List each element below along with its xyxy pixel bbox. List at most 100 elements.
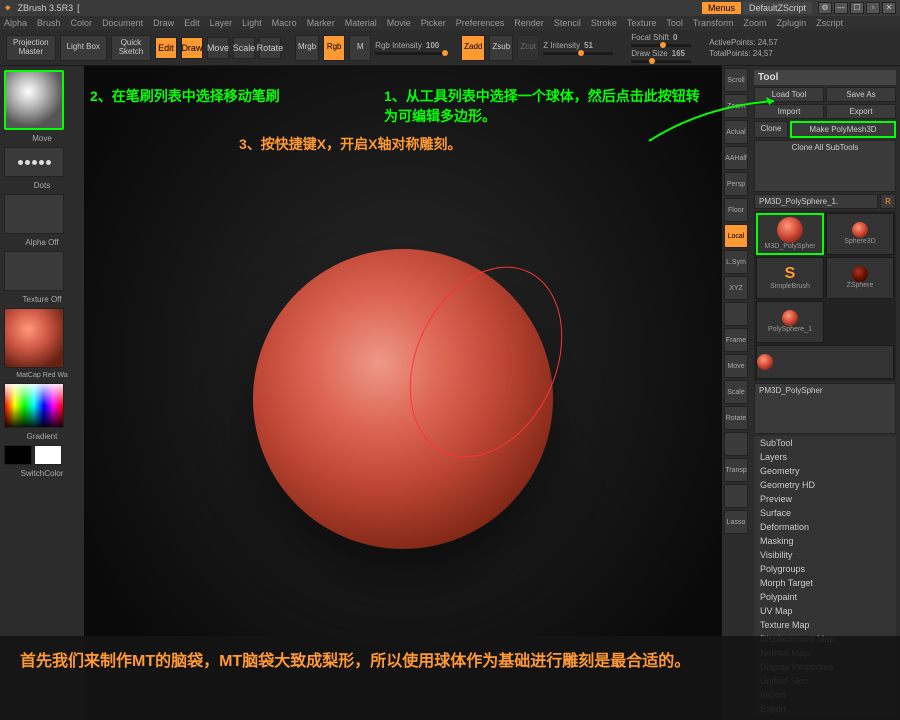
menu-zplugin[interactable]: Zplugin bbox=[777, 18, 807, 28]
texture-preview[interactable] bbox=[4, 251, 64, 291]
subtool-zsphere[interactable]: ZSphere bbox=[826, 257, 894, 299]
viewport-floor-button[interactable]: Floor bbox=[724, 198, 748, 222]
subtool-sphere3d[interactable]: Sphere3D bbox=[826, 213, 894, 255]
viewport-l.sym-button[interactable]: L.Sym bbox=[724, 250, 748, 274]
rgb-intensity-slider[interactable] bbox=[375, 52, 445, 55]
menu-render[interactable]: Render bbox=[514, 18, 544, 28]
viewport-xyz-button[interactable]: XYZ bbox=[724, 276, 748, 300]
viewport-icon-16-button[interactable] bbox=[724, 484, 748, 508]
z-intensity-value[interactable]: 51 bbox=[584, 41, 593, 50]
zcut-button[interactable]: Zcut bbox=[517, 35, 539, 61]
zadd-button[interactable]: Zadd bbox=[461, 35, 485, 61]
section-uv-map[interactable]: UV Map bbox=[754, 604, 896, 618]
color-picker[interactable] bbox=[4, 383, 64, 428]
section-geometry[interactable]: Geometry bbox=[754, 464, 896, 478]
section-masking[interactable]: Masking bbox=[754, 534, 896, 548]
subtool-simplebrush[interactable]: SSimpleBrush bbox=[756, 257, 824, 299]
viewport-move-button[interactable]: Move bbox=[724, 354, 748, 378]
rgb-button[interactable]: Rgb bbox=[323, 35, 345, 61]
rotate-mode-button[interactable]: Rotate bbox=[259, 37, 281, 59]
rgb-intensity-value[interactable]: 100 bbox=[426, 41, 439, 50]
switchcolor-button[interactable]: SwitchColor bbox=[4, 469, 80, 478]
menu-alpha[interactable]: Alpha bbox=[4, 18, 27, 28]
draw-mode-button[interactable]: Draw bbox=[181, 37, 203, 59]
zscript-indicator[interactable]: DefaultZScript bbox=[743, 2, 812, 14]
menu-tool[interactable]: Tool bbox=[666, 18, 683, 28]
maximize-icon[interactable]: ☐ bbox=[850, 2, 864, 14]
viewport-lasso-button[interactable]: Lasso bbox=[724, 510, 748, 534]
zsub-button[interactable]: Zsub bbox=[489, 35, 513, 61]
swatch-secondary[interactable] bbox=[4, 445, 32, 465]
viewport-scale-button[interactable]: Scale bbox=[724, 380, 748, 404]
menu-preferences[interactable]: Preferences bbox=[456, 18, 505, 28]
focal-shift-slider[interactable] bbox=[631, 44, 691, 47]
z-intensity-slider[interactable] bbox=[543, 52, 613, 55]
menu-zoom[interactable]: Zoom bbox=[744, 18, 767, 28]
scale-mode-button[interactable]: Scale bbox=[233, 37, 255, 59]
menus-toggle[interactable]: Menus bbox=[702, 2, 741, 14]
menu-draw[interactable]: Draw bbox=[153, 18, 174, 28]
material-preview[interactable] bbox=[4, 308, 64, 368]
close-icon[interactable]: ✕ bbox=[882, 2, 896, 14]
m-button[interactable]: M bbox=[349, 35, 371, 61]
menu-picker[interactable]: Picker bbox=[421, 18, 446, 28]
viewport-transp-button[interactable]: Transp bbox=[724, 458, 748, 482]
menu-texture[interactable]: Texture bbox=[627, 18, 657, 28]
section-visibility[interactable]: Visibility bbox=[754, 548, 896, 562]
draw-size-value[interactable]: 165 bbox=[672, 49, 685, 58]
section-texture-map[interactable]: Texture Map bbox=[754, 618, 896, 632]
menu-light[interactable]: Light bbox=[242, 18, 262, 28]
stroke-preview[interactable] bbox=[4, 147, 64, 177]
minimize-icon[interactable]: — bbox=[834, 2, 848, 14]
projection-master-button[interactable]: Projection Master bbox=[6, 35, 56, 61]
menu-macro[interactable]: Macro bbox=[272, 18, 297, 28]
menu-color[interactable]: Color bbox=[71, 18, 93, 28]
swatch-primary[interactable] bbox=[34, 445, 62, 465]
lightbox-button[interactable]: Light Box bbox=[60, 35, 107, 61]
section-deformation[interactable]: Deformation bbox=[754, 520, 896, 534]
config-icon[interactable]: ⚙ bbox=[818, 2, 832, 14]
menu-marker[interactable]: Marker bbox=[307, 18, 335, 28]
menu-stencil[interactable]: Stencil bbox=[554, 18, 581, 28]
reset-button[interactable]: R bbox=[880, 194, 896, 209]
viewport-icon-9-button[interactable] bbox=[724, 302, 748, 326]
gradient-label[interactable]: Gradient bbox=[4, 432, 80, 441]
subtool-m3d_polyspher[interactable]: M3D_PolySpher bbox=[756, 213, 824, 255]
restore-icon[interactable]: ▫ bbox=[866, 2, 880, 14]
viewport-scroll-button[interactable]: Scroll bbox=[724, 68, 748, 92]
current-subtool-preview[interactable] bbox=[756, 345, 894, 379]
viewport-local-button[interactable]: Local bbox=[724, 224, 748, 248]
menu-material[interactable]: Material bbox=[345, 18, 377, 28]
current-subtool-name[interactable]: PM3D_PolySpher bbox=[754, 383, 896, 435]
mrgb-button[interactable]: Mrgb bbox=[295, 35, 319, 61]
section-polygroups[interactable]: Polygroups bbox=[754, 562, 896, 576]
focal-shift-value[interactable]: 0 bbox=[673, 33, 677, 42]
alpha-preview[interactable] bbox=[4, 194, 64, 234]
section-subtool[interactable]: SubTool bbox=[754, 436, 896, 450]
menu-brush[interactable]: Brush bbox=[37, 18, 61, 28]
viewport-icon-14-button[interactable] bbox=[724, 432, 748, 456]
section-layers[interactable]: Layers bbox=[754, 450, 896, 464]
section-surface[interactable]: Surface bbox=[754, 506, 896, 520]
export-button[interactable]: Export bbox=[826, 104, 896, 119]
menu-edit[interactable]: Edit bbox=[184, 18, 200, 28]
clone-all-subtools-button[interactable]: Clone All SubTools bbox=[754, 140, 896, 192]
menu-movie[interactable]: Movie bbox=[387, 18, 411, 28]
quicksketch-button[interactable]: Quick Sketch bbox=[111, 35, 151, 61]
save-as-button[interactable]: Save As bbox=[826, 87, 896, 102]
viewport-rotate-button[interactable]: Rotate bbox=[724, 406, 748, 430]
edit-mode-button[interactable]: Edit bbox=[155, 37, 177, 59]
section-morph-target[interactable]: Morph Target bbox=[754, 576, 896, 590]
draw-size-slider[interactable] bbox=[631, 60, 691, 63]
viewport-persp-button[interactable]: Persp bbox=[724, 172, 748, 196]
menu-transform[interactable]: Transform bbox=[693, 18, 734, 28]
section-geometry-hd[interactable]: Geometry HD bbox=[754, 478, 896, 492]
section-preview[interactable]: Preview bbox=[754, 492, 896, 506]
brush-preview[interactable] bbox=[4, 70, 64, 130]
viewport[interactable]: 1、从工具列表中选择一个球体，然后点击此按钮转为可编辑多边形。 3、按快捷键X，… bbox=[84, 66, 722, 720]
move-mode-button[interactable]: Move bbox=[207, 37, 229, 59]
menu-zscript[interactable]: Zscript bbox=[816, 18, 843, 28]
make-polymesh-button[interactable]: Make PolyMesh3D bbox=[790, 121, 896, 138]
menu-stroke[interactable]: Stroke bbox=[591, 18, 617, 28]
section-polypaint[interactable]: Polypaint bbox=[754, 590, 896, 604]
